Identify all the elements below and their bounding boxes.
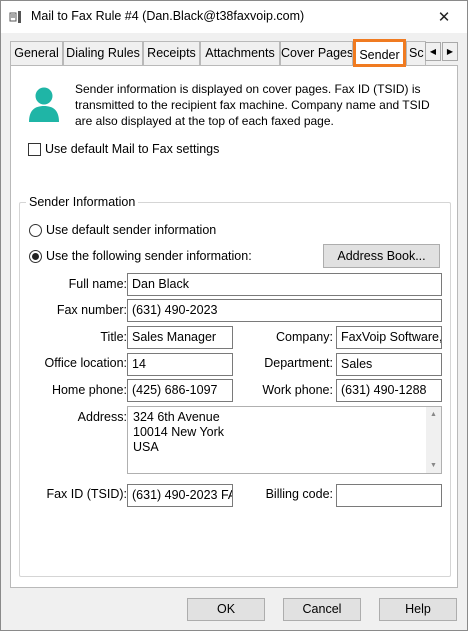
use-default-checkbox[interactable]	[28, 143, 41, 156]
address-line-2: 10014 New York	[133, 425, 225, 439]
tab-general[interactable]: General	[10, 41, 63, 65]
address-label: Address:	[77, 410, 127, 424]
title-label: Title:	[100, 330, 127, 344]
tab-sc[interactable]: Sc	[406, 41, 426, 65]
cancel-button[interactable]: Cancel	[283, 598, 361, 621]
department-label: Department:	[264, 356, 333, 370]
tab-sender[interactable]: Sender	[353, 39, 406, 67]
window-title: Mail to Fax Rule #4 (Dan.Black@t38faxvoi…	[31, 9, 305, 23]
billing-code-field[interactable]	[336, 484, 442, 507]
sender-info-text: Sender information is displayed on cover…	[75, 82, 430, 128]
group-title: Sender Information	[26, 195, 139, 209]
fax-id-field[interactable]: (631) 490-2023 FAX	[127, 484, 233, 507]
tab-receipts[interactable]: Receipts	[143, 41, 200, 65]
tab-attachments[interactable]: Attachments	[200, 41, 280, 65]
fax-number-field[interactable]: (631) 490-2023	[127, 299, 442, 322]
scroll-up-icon[interactable]: ▲	[426, 407, 441, 422]
radio-custom-sender[interactable]	[29, 250, 42, 263]
department-field[interactable]: Sales	[336, 353, 442, 376]
title-field[interactable]: Sales Manager	[127, 326, 233, 349]
radio-default-sender-label[interactable]: Use default sender information	[46, 223, 216, 237]
company-label: Company:	[276, 330, 333, 344]
close-icon[interactable]: ✕	[429, 7, 459, 29]
billing-code-label: Billing code:	[265, 487, 333, 501]
full-name-label: Full name:	[68, 277, 127, 291]
sender-information-group: Sender Information Use default sender in…	[19, 195, 451, 577]
fax-id-label: Fax ID (TSID):	[46, 487, 127, 501]
address-line-1: 324 6th Avenue	[133, 410, 220, 424]
office-location-label: Office location:	[44, 356, 127, 370]
address-book-button[interactable]: Address Book...	[323, 244, 440, 268]
work-phone-label: Work phone:	[262, 383, 333, 397]
tab-cover-pages[interactable]: Cover Pages	[280, 41, 353, 65]
full-name-field[interactable]: Dan Black	[127, 273, 442, 296]
radio-default-sender[interactable]	[29, 224, 42, 237]
company-field[interactable]: FaxVoip Software, L	[336, 326, 442, 349]
help-button[interactable]: Help	[379, 598, 457, 621]
use-default-label[interactable]: Use default Mail to Fax settings	[45, 142, 219, 156]
work-phone-field[interactable]: (631) 490-1288	[336, 379, 442, 402]
sender-tab-panel: Sender information is displayed on cover…	[10, 65, 458, 588]
radio-custom-sender-label[interactable]: Use the following sender information:	[46, 249, 252, 263]
tab-scroll-right-icon[interactable]: ▶	[442, 42, 458, 61]
home-phone-label: Home phone:	[51, 383, 127, 397]
fax-number-label: Fax number:	[56, 303, 127, 317]
address-field[interactable]: 324 6th Avenue 10014 New York USA ▲ ▼	[127, 406, 442, 474]
title-bar: Mail to Fax Rule #4 (Dan.Black@t38faxvoi…	[1, 1, 467, 33]
ok-button[interactable]: OK	[187, 598, 265, 621]
person-icon	[29, 87, 59, 122]
tab-dialing-rules[interactable]: Dialing Rules	[63, 41, 143, 65]
office-location-field[interactable]: 14	[127, 353, 233, 376]
home-phone-field[interactable]: (425) 686-1097	[127, 379, 233, 402]
address-line-3: USA	[133, 440, 159, 454]
dialog-window: Mail to Fax Rule #4 (Dan.Black@t38faxvoi…	[0, 0, 468, 631]
scroll-down-icon[interactable]: ▼	[426, 458, 441, 473]
tab-strip: General Dialing Rules Receipts Attachmen…	[1, 39, 467, 67]
address-scrollbar[interactable]: ▲ ▼	[426, 407, 441, 473]
app-icon	[9, 11, 21, 23]
tab-scroll-left-icon[interactable]: ◀	[425, 42, 441, 61]
